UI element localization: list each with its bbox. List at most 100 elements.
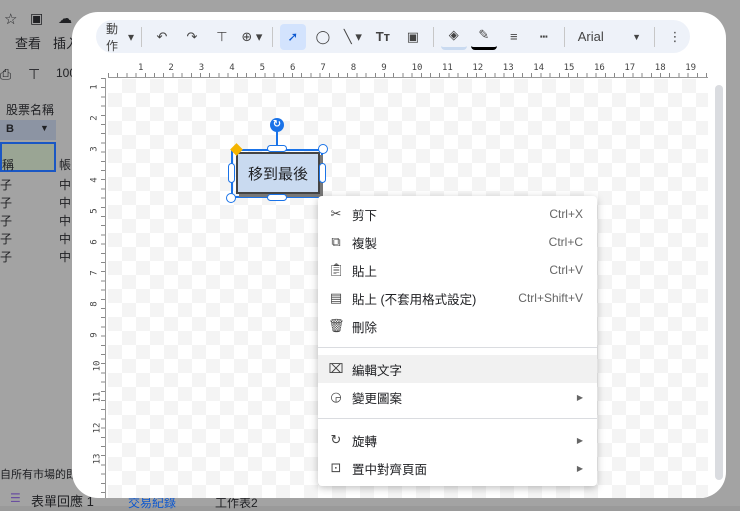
selected-cell[interactable]: 稱 bbox=[0, 142, 56, 172]
paint-format-icon[interactable]: ⊤ bbox=[209, 24, 235, 50]
copy-icon: ⧉ bbox=[331, 234, 341, 249]
resize-handle[interactable] bbox=[319, 163, 326, 183]
font-label: Arial bbox=[577, 29, 604, 44]
ruler-number: 3 bbox=[198, 63, 205, 73]
ruler-number: 14 bbox=[533, 63, 545, 73]
cell[interactable]: 子 bbox=[0, 248, 12, 265]
ruler-number: 1 bbox=[89, 84, 100, 90]
ruler-number: 13 bbox=[502, 63, 514, 73]
ruler-number: 6 bbox=[290, 63, 296, 73]
menu-label: 貼上 (不套用格式設定) bbox=[352, 292, 477, 307]
ruler-number: 3 bbox=[89, 146, 100, 152]
print-icon[interactable]: ⎙ bbox=[0, 66, 11, 83]
ruler-number: 9 bbox=[89, 332, 100, 338]
actions-menu[interactable]: 動作 ▾ bbox=[106, 22, 134, 53]
menu-item-change-shape[interactable]: ◶ 變更圖案 ▶ bbox=[318, 383, 597, 411]
menu-view[interactable]: 查看 bbox=[15, 33, 41, 52]
zoom-icon[interactable]: ⊕ ▾ bbox=[239, 24, 265, 50]
ruler-number: 18 bbox=[654, 63, 666, 73]
ruler-number: 7 bbox=[320, 63, 326, 73]
undo-icon[interactable]: ↶ bbox=[149, 24, 175, 50]
resize-handle[interactable] bbox=[318, 144, 328, 154]
vertical-ruler: 1 2 3 4 5 6 7 8 9 10 11 12 13 bbox=[90, 78, 106, 498]
redo-icon[interactable]: ↷ bbox=[179, 24, 205, 50]
column-label: B bbox=[6, 123, 14, 135]
cell[interactable]: 子 bbox=[0, 194, 12, 211]
image-icon[interactable]: ▣ bbox=[400, 24, 426, 50]
menu-divider bbox=[318, 347, 597, 348]
ruler-number: 16 bbox=[594, 63, 605, 73]
shapes-icon: ◶ bbox=[330, 389, 342, 404]
border-dash-icon[interactable]: ┅ bbox=[531, 24, 557, 50]
caret-down-icon: ▼ bbox=[40, 123, 49, 133]
star-icon[interactable]: ☆ bbox=[4, 10, 17, 28]
clipboard-plain-icon: ▤ bbox=[329, 290, 343, 305]
menu-label: 置中對齊頁面 bbox=[352, 462, 428, 477]
cell[interactable]: 中 bbox=[59, 230, 71, 247]
divider bbox=[140, 26, 142, 47]
cell[interactable]: 中 bbox=[59, 248, 71, 265]
folder-icon[interactable]: ▣ bbox=[30, 10, 43, 27]
ruler-number: 11 bbox=[442, 63, 453, 73]
menu-item-paste-plain[interactable]: ▤ 貼上 (不套用格式設定) Ctrl+Shift+V bbox=[318, 284, 597, 312]
scissors-icon: ✂ bbox=[330, 206, 342, 221]
menu-shortcut: Ctrl+X bbox=[549, 207, 583, 221]
resize-handle[interactable] bbox=[228, 163, 235, 183]
border-weight-icon[interactable]: ≡ bbox=[501, 24, 527, 50]
center-icon: ⊡ bbox=[330, 460, 342, 475]
vertical-scrollbar[interactable] bbox=[715, 85, 723, 480]
more-icon[interactable]: ⋮ bbox=[662, 24, 688, 50]
line-icon[interactable]: ╲ ▾ bbox=[340, 24, 366, 50]
horizontal-ruler: 1 2 3 4 5 6 7 8 9 10 11 12 13 14 15 16 17 18 19 bbox=[108, 62, 708, 78]
ruler-number: 15 bbox=[563, 63, 575, 73]
ruler-number: 2 bbox=[89, 115, 100, 121]
fill-color-icon[interactable]: ◈ bbox=[440, 24, 467, 50]
caret-down-icon: ▼ bbox=[632, 31, 642, 42]
menu-item-copy[interactable]: ⧉ 複製 Ctrl+C bbox=[318, 228, 597, 256]
select-icon[interactable]: ➚ bbox=[279, 23, 306, 50]
border-color-icon[interactable]: ✎ bbox=[470, 24, 497, 50]
menu-item-cut[interactable]: ✂ 剪下 Ctrl+X bbox=[318, 200, 597, 228]
shape-box[interactable]: 移到最後 bbox=[236, 152, 320, 194]
paint-format-icon[interactable]: ⊤ bbox=[28, 66, 40, 83]
menu-label: 編輯文字 bbox=[352, 363, 403, 378]
cloud-icon[interactable]: ☁ bbox=[58, 10, 72, 27]
ruler-number: 12 bbox=[472, 63, 484, 73]
ruler-number: 8 bbox=[89, 301, 100, 307]
text-box-icon[interactable]: Tт bbox=[370, 24, 396, 50]
ruler-number: 13 bbox=[92, 453, 103, 465]
font-select[interactable]: Arial ▼ bbox=[572, 24, 647, 50]
cell[interactable]: 子 bbox=[0, 176, 12, 193]
submenu-arrow-icon: ▶ bbox=[576, 463, 583, 473]
menu-item-delete[interactable]: 🗑︎ 刪除 bbox=[318, 312, 597, 340]
actions-label: 動作 bbox=[106, 21, 119, 53]
menu-label: 變更圖案 bbox=[352, 391, 403, 406]
ruler-number: 5 bbox=[89, 208, 100, 214]
resize-handle[interactable] bbox=[226, 193, 236, 203]
edit-text-icon: ⌧ bbox=[328, 361, 344, 376]
menu-item-rotate[interactable]: ↻ 旋轉 ▶ bbox=[318, 426, 597, 454]
cell[interactable]: 中 bbox=[59, 194, 71, 211]
menu-item-center-on-page[interactable]: ⊡ 置中對齊頁面 ▶ bbox=[318, 454, 597, 482]
submenu-arrow-icon: ▶ bbox=[576, 435, 583, 445]
rotate-handle-icon[interactable]: ↻ bbox=[270, 118, 284, 132]
resize-handle[interactable] bbox=[267, 194, 287, 201]
name-box[interactable]: 股票名稱 bbox=[6, 101, 54, 118]
menu-label: 旋轉 bbox=[352, 434, 378, 449]
divider bbox=[563, 26, 565, 47]
submenu-arrow-icon: ▶ bbox=[576, 392, 583, 402]
cell[interactable]: 中 bbox=[59, 212, 71, 229]
shape-icon[interactable]: ◯ bbox=[310, 24, 336, 50]
column-header-b[interactable]: B ▼ bbox=[0, 120, 56, 140]
menu-divider bbox=[318, 418, 597, 419]
menu-label: 剪下 bbox=[352, 208, 378, 223]
divider bbox=[271, 26, 273, 47]
cell[interactable]: 子 bbox=[0, 212, 12, 229]
ruler-number: 1 bbox=[138, 63, 144, 73]
resize-handle[interactable] bbox=[267, 145, 287, 152]
cell[interactable]: 子 bbox=[0, 230, 12, 247]
cell[interactable]: 中 bbox=[59, 176, 71, 193]
menu-item-edit-text[interactable]: ⌧ 編輯文字 bbox=[318, 355, 597, 383]
trash-icon: 🗑︎ bbox=[328, 318, 345, 333]
menu-item-paste[interactable]: 📋︎ 貼上 Ctrl+V bbox=[318, 256, 597, 284]
